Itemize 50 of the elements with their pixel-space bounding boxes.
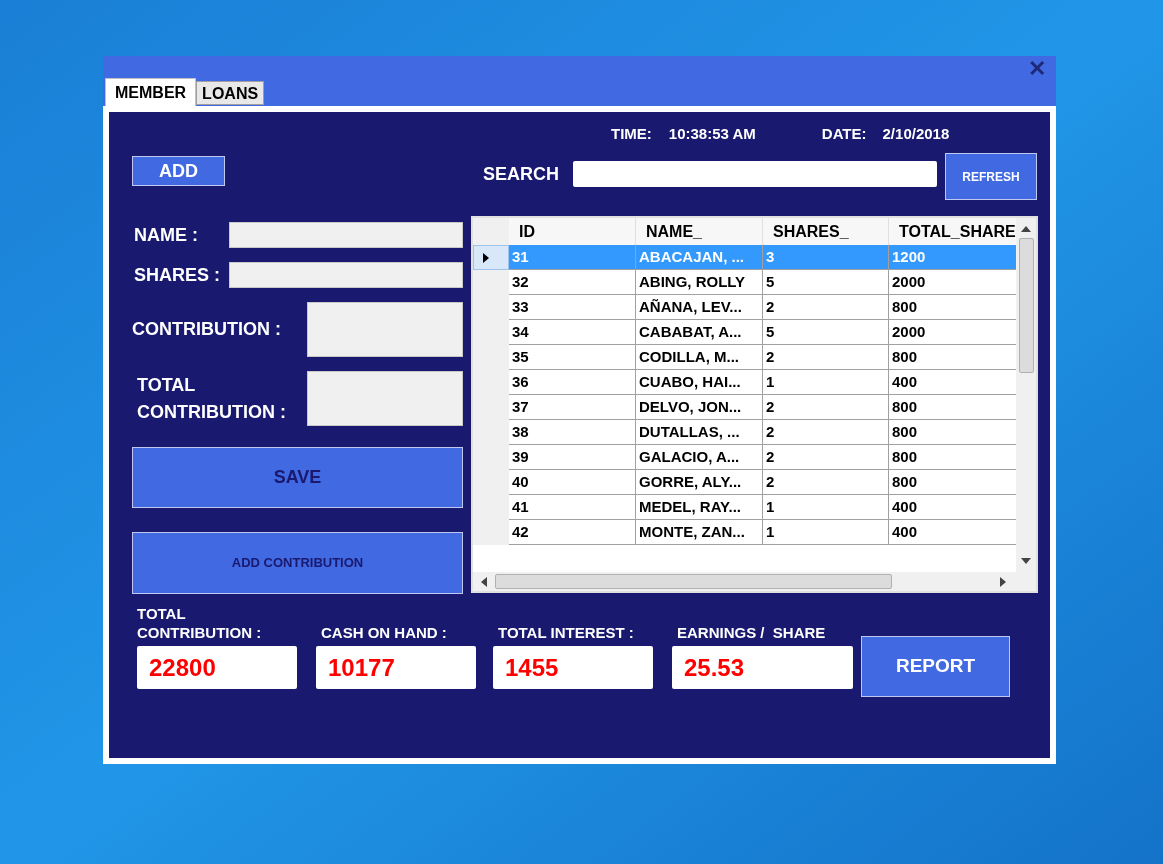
table-row[interactable]: 33 AÑANA, LEV... 2 800 <box>473 295 1016 320</box>
current-row-icon <box>483 252 489 263</box>
table-row[interactable]: 34 CABABAT, A... 5 2000 <box>473 320 1016 345</box>
vertical-scrollbar[interactable] <box>1016 218 1036 572</box>
scroll-up-icon[interactable] <box>1021 226 1031 232</box>
scroll-left-icon[interactable] <box>481 576 487 587</box>
field-label: TOTAL CONTRIBUTION : <box>137 373 287 424</box>
tab[interactable]: MEMBER <box>105 78 197 106</box>
total-value-field: 25.53 <box>672 646 853 689</box>
field-label: NAME : <box>134 223 198 247</box>
total-value-field: 10177 <box>316 646 476 689</box>
table-row[interactable]: 35 CODILLA, M... 2 800 <box>473 345 1016 370</box>
scroll-thumb[interactable] <box>495 574 892 589</box>
report-button[interactable]: REPORT <box>861 636 1010 697</box>
table-row[interactable]: 37 DELVO, JON... 2 800 <box>473 395 1016 420</box>
table-cell: MONTE, ZAN... <box>636 520 763 545</box>
time-label: TIME: <box>611 123 652 144</box>
table-row[interactable]: 42 MONTE, ZAN... 1 400 <box>473 520 1016 545</box>
table-row[interactable]: 36 CUABO, HAI... 1 400 <box>473 370 1016 395</box>
time-value: 10:38:53 AM <box>668 123 756 144</box>
search-label: SEARCH <box>483 163 559 186</box>
total-label: TOTAL CONTRIBUTION : <box>137 604 263 642</box>
table-row[interactable]: 41 MEDEL, RAY... 1 400 <box>473 495 1016 520</box>
scroll-down-icon[interactable] <box>1021 558 1031 564</box>
table-cell: 1 <box>763 520 889 545</box>
scroll-thumb[interactable] <box>1018 238 1034 373</box>
search-field[interactable] <box>573 161 937 187</box>
add-button[interactable]: ADD <box>132 156 225 186</box>
refresh-button[interactable]: REFRESH <box>945 153 1037 200</box>
text-field[interactable] <box>229 262 463 288</box>
total-label: TOTAL INTEREST : <box>498 623 635 642</box>
total-value-field: 22800 <box>137 646 297 689</box>
text-field[interactable] <box>307 302 463 357</box>
table-cell: 42 <box>509 520 636 545</box>
tab[interactable]: LOANS <box>196 81 265 105</box>
scroll-right-icon[interactable] <box>1000 576 1006 587</box>
table-row[interactable]: 40 GORRE, ALY... 2 800 <box>473 470 1016 495</box>
total-value-field: 1455 <box>493 646 653 689</box>
horizontal-scrollbar[interactable] <box>473 572 1036 591</box>
text-field[interactable] <box>229 222 463 248</box>
table-row[interactable]: 32 ABING, ROLLY 5 2000 <box>473 270 1016 295</box>
date-label: DATE: <box>821 123 867 144</box>
total-label: EARNINGS / SHARE <box>677 623 827 642</box>
date-value: 2/10/2018 <box>882 123 950 144</box>
table-row[interactable]: 39 GALACIO, A... 2 800 <box>473 445 1016 470</box>
table-row[interactable]: 38 DUTALLAS, ... 2 800 <box>473 420 1016 445</box>
field-label: SHARES : <box>134 263 220 287</box>
field-label: CONTRIBUTION : <box>132 318 282 341</box>
total-label: CASH ON HAND : <box>321 623 448 642</box>
text-field[interactable] <box>307 371 463 426</box>
